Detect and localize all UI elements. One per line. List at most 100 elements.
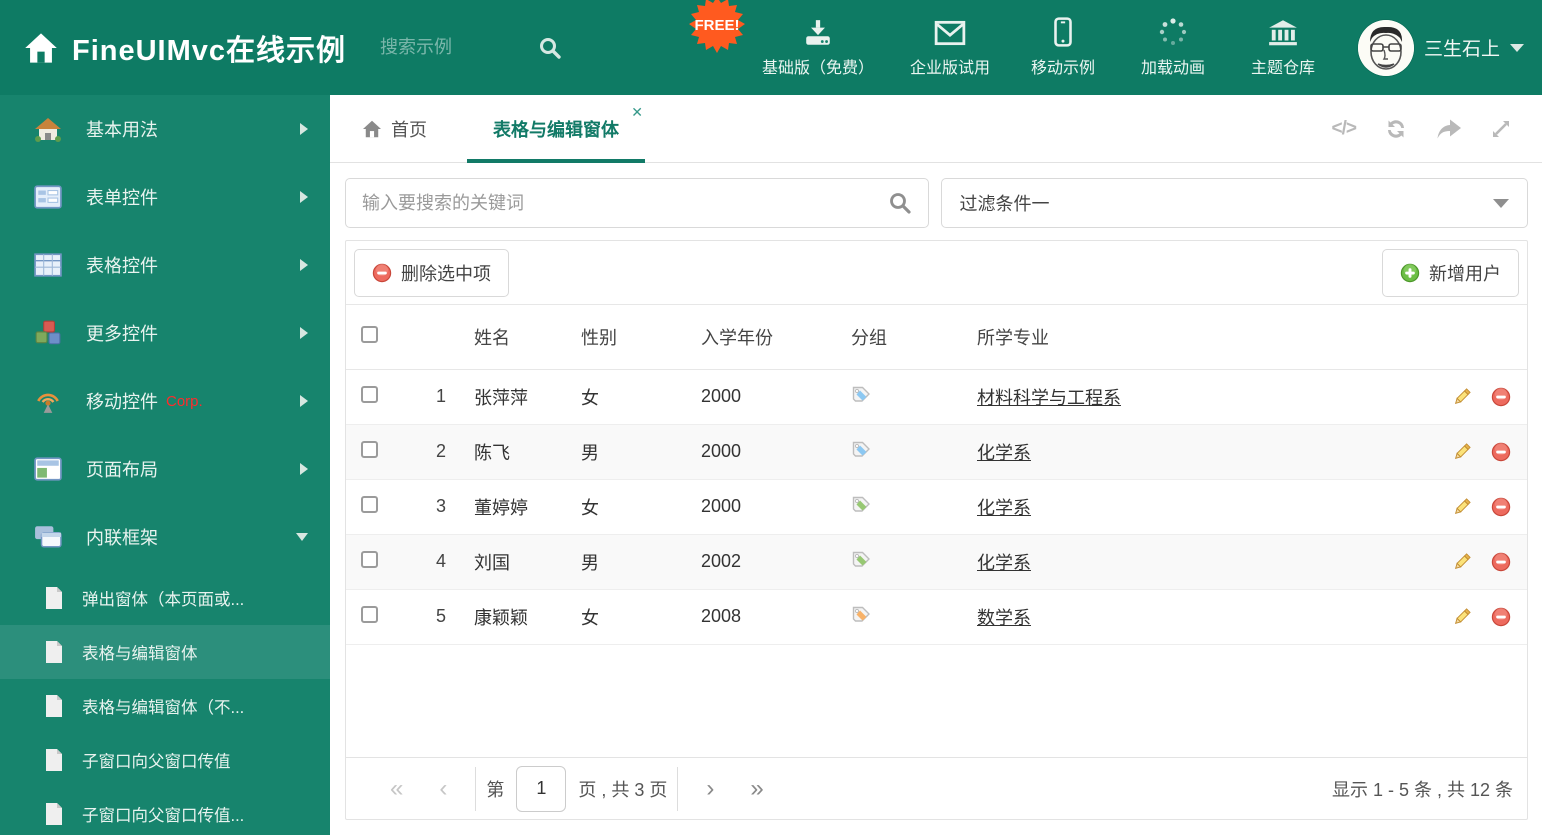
search-icon[interactable] xyxy=(538,36,562,60)
cell-name: 董婷婷 xyxy=(446,479,571,535)
grid-toolbar: 删除选中项 新增用户 xyxy=(346,241,1527,305)
prev-page-button[interactable]: ‹ xyxy=(421,776,465,801)
edit-icon[interactable] xyxy=(1452,387,1472,407)
row-checkbox[interactable] xyxy=(361,495,378,513)
cell-gender: 女 xyxy=(571,479,691,535)
filter-select-value: 过滤条件一 xyxy=(959,194,1050,214)
major-link[interactable]: 数学系 xyxy=(977,608,1031,628)
sidebar-subitem-grid-edit-window-2[interactable]: 表格与编辑窗体（不... xyxy=(0,679,330,733)
sidebar-subitem-label: 表格与编辑窗体 xyxy=(82,645,198,663)
sidebar-item-label: 内联框架 xyxy=(86,528,158,548)
page-number-input[interactable] xyxy=(516,765,567,812)
layout-icon xyxy=(34,457,62,481)
record-summary: 显示 1 - 5 条 , 共 12 条 xyxy=(1331,779,1513,800)
row-checkbox[interactable] xyxy=(361,440,378,458)
cell-name: 张萍萍 xyxy=(446,369,571,425)
edit-icon[interactable] xyxy=(1452,497,1472,517)
sidebar-subitem-label: 子窗口向父窗口传值... xyxy=(82,807,245,825)
tab-label: 表格与编辑窗体 xyxy=(493,119,619,140)
col-year: 入学年份 xyxy=(691,305,839,370)
file-icon xyxy=(46,641,62,663)
divider xyxy=(677,766,679,811)
row-checkbox[interactable] xyxy=(361,385,378,403)
sidebar-item-more-controls[interactable]: 更多控件 xyxy=(0,299,330,367)
keyword-input[interactable] xyxy=(362,192,888,214)
row-checkbox[interactable] xyxy=(361,550,378,568)
select-all-checkbox[interactable] xyxy=(361,325,378,343)
sidebar-item-mobile-controls[interactable]: 移动控件 Corp. xyxy=(0,367,330,435)
refresh-icon[interactable] xyxy=(1384,117,1408,141)
user-menu[interactable]: 三生石上 xyxy=(1357,19,1524,76)
nav-mobile-demo[interactable]: 移动示例 xyxy=(1026,17,1100,78)
col-name: 姓名 xyxy=(446,305,571,370)
cell-year: 2000 xyxy=(691,479,839,535)
delete-icon[interactable] xyxy=(1491,552,1511,572)
tab-strip: 首页 表格与编辑窗体 ✕ </> xyxy=(330,95,1542,163)
nav-theme-store[interactable]: 主题仓库 xyxy=(1246,19,1320,78)
cell-year: 2002 xyxy=(691,534,839,590)
row-index: 1 xyxy=(398,369,446,425)
tab-toolbar: </> xyxy=(1332,95,1530,162)
page-prefix: 第 xyxy=(486,779,505,800)
keyword-search-box xyxy=(345,178,929,228)
home-icon xyxy=(363,120,381,137)
row-index: 2 xyxy=(398,424,446,480)
grid-panel: 删除选中项 新增用户 姓名 性别 入学年份 分组 所学专业 1 张萍萍 女 20… xyxy=(345,240,1528,820)
cell-name: 康颖颖 xyxy=(446,589,571,645)
minus-circle-icon xyxy=(372,262,392,282)
major-link[interactable]: 材料科学与工程系 xyxy=(977,388,1121,408)
house-icon xyxy=(35,118,61,142)
edit-icon[interactable] xyxy=(1452,442,1472,462)
search-icon[interactable] xyxy=(888,191,912,215)
nav-basic-free[interactable]: 基础版（免费） xyxy=(762,19,874,78)
delete-icon[interactable] xyxy=(1491,387,1511,407)
nav-loading-animations[interactable]: 加载动画 xyxy=(1136,17,1210,78)
major-link[interactable]: 化学系 xyxy=(977,443,1031,463)
pagination-bar: « ‹ 第 页 , 共 3 页 › » 显示 1 - 5 条 , 共 12 条 xyxy=(346,757,1527,819)
first-page-button[interactable]: « xyxy=(372,776,421,801)
delete-selected-button[interactable]: 删除选中项 xyxy=(354,248,509,297)
app-title: FineUIMvc在线示例 xyxy=(72,34,347,67)
add-user-button[interactable]: 新增用户 xyxy=(1382,248,1519,297)
tag-icon xyxy=(852,551,870,567)
tab-grid-edit-window[interactable]: 表格与编辑窗体 ✕ xyxy=(467,95,645,163)
row-checkbox[interactable] xyxy=(361,605,378,623)
nav-label: 主题仓库 xyxy=(1250,60,1315,77)
delete-icon[interactable] xyxy=(1491,442,1511,462)
filter-select[interactable]: 过滤条件一 xyxy=(940,178,1528,228)
spinner-icon xyxy=(1159,18,1187,45)
sidebar-item-inline-frame[interactable]: 内联框架 xyxy=(0,503,330,571)
delete-icon[interactable] xyxy=(1491,497,1511,517)
sidebar-subitem-popup-window[interactable]: 弹出窗体（本页面或... xyxy=(0,571,330,625)
major-link[interactable]: 化学系 xyxy=(977,553,1031,573)
tag-icon xyxy=(852,441,870,457)
col-actions xyxy=(1409,305,1527,370)
avatar[interactable] xyxy=(1357,19,1414,76)
sidebar-item-grid-controls[interactable]: 表格控件 xyxy=(0,231,330,299)
sidebar-item-form-controls[interactable]: 表单控件 xyxy=(0,163,330,231)
header-search xyxy=(380,36,562,60)
sidebar-subitem-grid-edit-window[interactable]: 表格与编辑窗体 xyxy=(0,625,330,679)
edit-icon[interactable] xyxy=(1452,552,1472,572)
major-link[interactable]: 化学系 xyxy=(977,498,1031,518)
cell-name: 陈飞 xyxy=(446,424,571,480)
expand-icon[interactable] xyxy=(1490,118,1512,140)
corp-badge: Corp. xyxy=(166,392,203,410)
next-page-button[interactable]: › xyxy=(688,776,732,801)
cell-gender: 男 xyxy=(571,534,691,590)
close-icon[interactable]: ✕ xyxy=(631,104,643,121)
header-search-input[interactable] xyxy=(380,37,531,58)
nav-enterprise-trial[interactable]: 企业版试用 xyxy=(910,19,990,78)
nav-label: 加载动画 xyxy=(1140,60,1205,77)
last-page-button[interactable]: » xyxy=(732,776,781,801)
sidebar-subitem-child-to-parent[interactable]: 子窗口向父窗口传值 xyxy=(0,733,330,787)
source-code-icon[interactable]: </> xyxy=(1332,118,1358,140)
sidebar-item-basic-usage[interactable]: 基本用法 xyxy=(0,95,330,163)
sidebar-subitem-child-to-parent-2[interactable]: 子窗口向父窗口传值... xyxy=(0,787,330,835)
sidebar-item-page-layout[interactable]: 页面布局 xyxy=(0,435,330,503)
home-icon[interactable] xyxy=(24,32,58,64)
edit-icon[interactable] xyxy=(1452,607,1472,627)
share-icon[interactable] xyxy=(1436,118,1462,140)
tab-home[interactable]: 首页 xyxy=(348,95,441,162)
delete-icon[interactable] xyxy=(1491,607,1511,627)
